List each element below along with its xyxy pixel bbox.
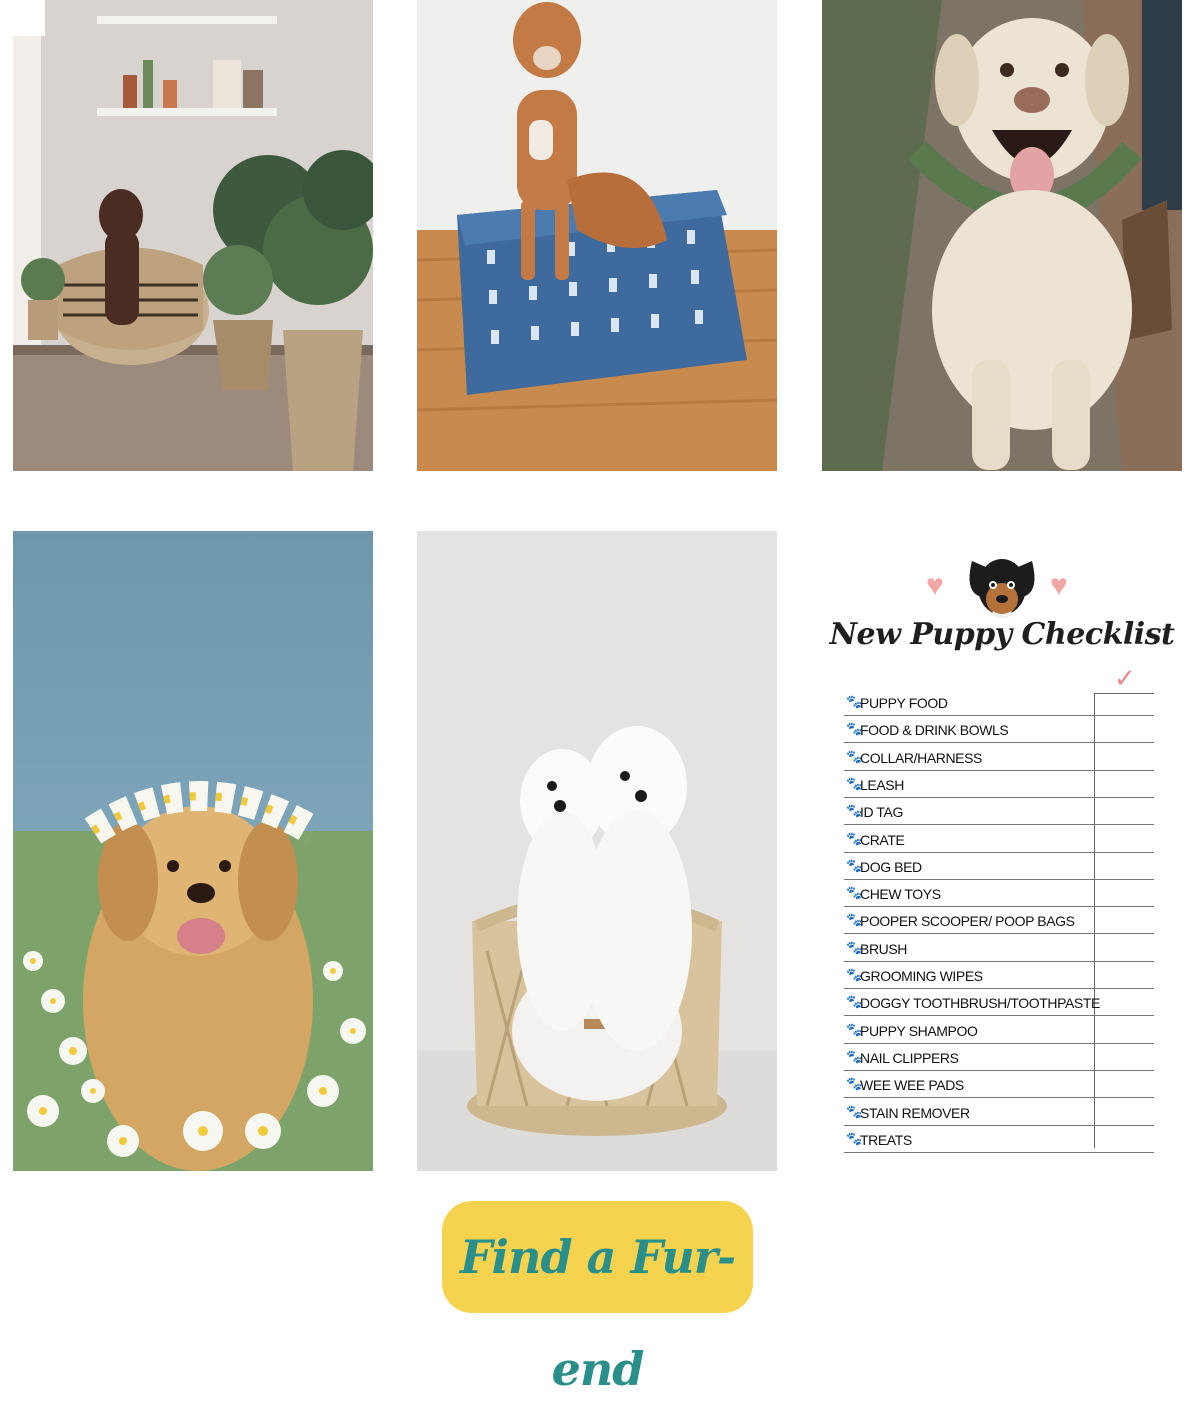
checklist-item[interactable]: 🐾 GROOMING WIPES xyxy=(844,962,1154,989)
gallery-image-maltese-pair[interactable] xyxy=(417,531,777,1171)
checklist-item-label: PUPPY FOOD xyxy=(860,695,948,711)
checklist-item[interactable]: 🐾 ID TAG xyxy=(844,798,1154,826)
checklist-item-label: DOG BED xyxy=(860,858,922,875)
checklist-item[interactable]: 🐾 DOGGY TOOTHBRUSH/TOOTHPASTE xyxy=(844,989,1154,1017)
gallery-image-dog-basket[interactable] xyxy=(13,0,373,471)
checklist-item-label: NAIL CLIPPERS xyxy=(860,1049,959,1066)
checklist-item[interactable]: 🐾 FOOD & DRINK BOWLS xyxy=(844,716,1154,744)
gallery-image-labrador[interactable] xyxy=(822,0,1182,471)
checklist-title: New Puppy Checklist xyxy=(829,617,1175,652)
photo-labrador-icon xyxy=(822,0,1182,471)
checklist-item[interactable]: 🐾 POOPER SCOOPER/ POOP BAGS xyxy=(844,907,1154,935)
checklist-item[interactable]: 🐾 CHEW TOYS xyxy=(844,880,1154,908)
photo-golden-daisies-icon xyxy=(13,531,373,1171)
find-a-furend-label: Find a Fur-end xyxy=(459,1230,736,1396)
checklist-item-label: WEE WEE PADS xyxy=(860,1077,964,1094)
checklist-item[interactable]: 🐾 DOG BED xyxy=(844,853,1154,880)
checklist-item[interactable]: 🐾 BRUSH xyxy=(844,935,1154,962)
checklist-item[interactable]: 🐾 LEASH xyxy=(844,771,1154,798)
checklist-item-label: POOPER SCOOPER/ POOP BAGS xyxy=(860,913,1075,930)
checklist-item-label: BRUSH xyxy=(860,940,908,957)
checklist-item-label: LEASH xyxy=(860,776,904,793)
checklist-item[interactable]: 🐾 WEE WEE PADS xyxy=(844,1071,1154,1099)
checklist-item[interactable]: 🐾 TREATS xyxy=(844,1126,1154,1153)
heart-left-icon: ♥ xyxy=(926,569,944,602)
checklist-item[interactable]: 🐾 COLLAR/HARNESS xyxy=(844,744,1154,771)
gallery-image-dog-cushion[interactable] xyxy=(417,0,777,471)
checklist-item-label: GROOMING WIPES xyxy=(860,968,983,984)
find-a-furend-button[interactable]: Find a Fur-end xyxy=(442,1201,753,1396)
checklist-item[interactable]: 🐾 PUPPY SHAMPOO xyxy=(844,1017,1154,1044)
new-puppy-checklist[interactable]: ♥ ♥ New Puppy Checklist ✓ 🐾 PUPPY FOOD 🐾 FO… xyxy=(822,531,1182,1171)
puppy-face-icon xyxy=(969,559,1035,618)
heart-right-icon: ♥ xyxy=(1050,569,1068,602)
checklist-item-label: DOGGY TOOTHBRUSH/TOOTHPASTE xyxy=(860,995,1100,1012)
checklist-item[interactable]: 🐾 NAIL CLIPPERS xyxy=(844,1044,1154,1071)
checklist-item-label: PUPPY SHAMPOO xyxy=(860,1022,978,1039)
checklist-item-label: CHEW TOYS xyxy=(860,886,941,903)
checklist-item[interactable]: 🐾 CRATE xyxy=(844,826,1154,853)
photo-dog-basket-icon xyxy=(13,0,373,471)
checklist-item[interactable]: 🐾 STAIN REMOVER xyxy=(844,1099,1154,1126)
gallery-image-golden-daisies[interactable] xyxy=(13,531,373,1171)
checklist-item-label: TREATS xyxy=(860,1131,912,1148)
checklist-item-label: COLLAR/HARNESS xyxy=(860,749,982,766)
photo-maltese-pair-icon xyxy=(417,531,777,1171)
checklist-item-label: CRATE xyxy=(860,831,905,848)
checklist-item-label: ID TAG xyxy=(860,804,903,821)
photo-dog-cushion-icon xyxy=(417,0,777,471)
checklist-item-label: STAIN REMOVER xyxy=(860,1104,970,1121)
checklist-item[interactable]: 🐾 PUPPY FOOD xyxy=(844,689,1154,716)
checklist-item-label: FOOD & DRINK BOWLS xyxy=(860,722,1009,739)
